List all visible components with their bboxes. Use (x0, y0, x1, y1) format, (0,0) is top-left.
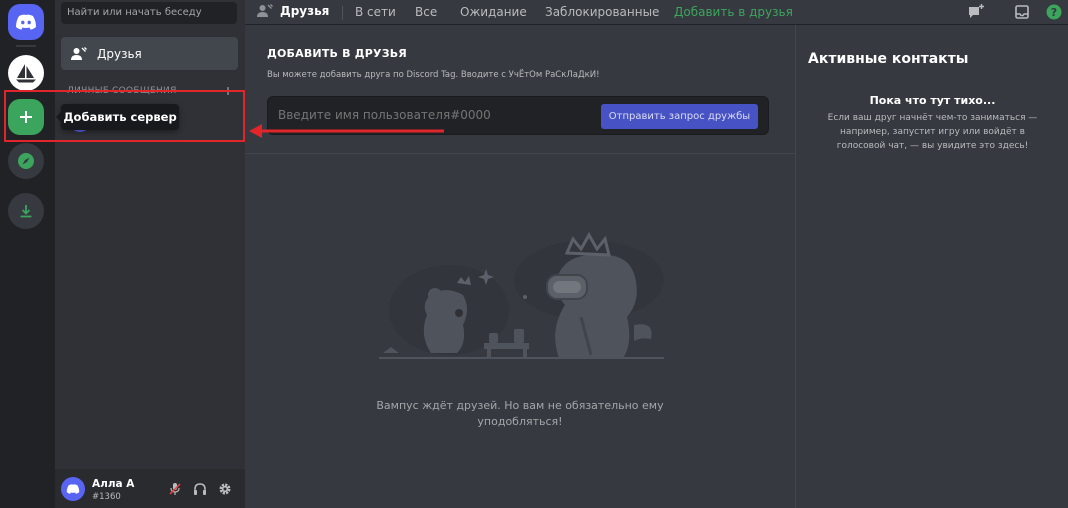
username: Алла А (92, 478, 135, 490)
tab-pending[interactable]: Ожидание (460, 5, 527, 19)
user-panel: Алла А #1360 (55, 469, 245, 508)
download-icon (20, 205, 32, 218)
friends-header: Друзья (257, 4, 329, 18)
deafen-button[interactable] (192, 481, 208, 497)
compass-icon (18, 153, 34, 169)
active-now-title: Активные контакты (808, 51, 969, 67)
divider (245, 153, 795, 154)
active-now-panel: Активные контакты Пока что тут тихо... Е… (795, 25, 1068, 508)
mute-mic-icon (169, 483, 181, 495)
download-apps-button[interactable] (8, 193, 44, 229)
empty-state-title: Пока что тут тихо... (869, 94, 996, 107)
username-input[interactable] (278, 108, 578, 122)
tab-blocked[interactable]: Заблокированные (545, 5, 659, 19)
server-sailboat[interactable] (8, 55, 44, 91)
home-button[interactable] (8, 4, 44, 40)
friends-wave-icon (71, 46, 87, 60)
inbox-icon (1015, 5, 1029, 19)
channel-sidebar: Найти или начать беседу Друзья ЛИЧНЫЕ СО… (55, 0, 245, 508)
help-button[interactable]: ? (1045, 3, 1063, 21)
add-friend-title: ДОБАВИТЬ В ДРУЗЬЯ (267, 47, 407, 60)
empty-state-description: Если ваш друг начнёт чем-то заниматься —… (827, 113, 1038, 151)
new-group-dm-button[interactable] (967, 3, 985, 21)
friends-wave-icon (257, 4, 273, 17)
add-friend-description: Вы можете добавить друга по Discord Tag.… (267, 70, 600, 80)
gear-icon (219, 483, 231, 495)
avatar[interactable] (61, 477, 85, 501)
send-friend-request-button[interactable]: Отправить запрос дружбы (601, 104, 758, 129)
new-dm-icon (969, 4, 984, 18)
explore-servers-button[interactable] (8, 143, 44, 179)
search-input[interactable]: Найти или начать беседу (61, 2, 237, 24)
divider (342, 6, 343, 20)
wumpus-illustration (379, 231, 664, 359)
empty-state-text: Вампус ждёт друзей. Но вам не обязательн… (376, 399, 664, 428)
user-tag: #1360 (92, 492, 121, 502)
help-icon: ? (1046, 4, 1062, 20)
page-title: Друзья (280, 4, 330, 18)
discord-logo-icon (16, 14, 36, 30)
tab-add-friend[interactable]: Добавить в друзья (674, 5, 793, 19)
tab-online[interactable]: В сети (355, 5, 396, 19)
svg-text:?: ? (1051, 6, 1057, 19)
tab-all[interactable]: Все (415, 5, 437, 19)
arrow-left-icon (249, 124, 444, 138)
rail-separator (16, 45, 36, 47)
mute-button[interactable] (167, 481, 183, 497)
server-rail (0, 0, 52, 508)
sailboat-icon (16, 64, 36, 83)
sidebar-item-label: Друзья (97, 46, 142, 61)
inbox-button[interactable] (1013, 3, 1031, 21)
highlight-box (4, 90, 245, 142)
discord-logo-icon (66, 484, 80, 494)
user-settings-button[interactable] (217, 481, 233, 497)
sidebar-item-friends[interactable]: Друзья (61, 37, 238, 70)
headphones-icon (194, 483, 206, 495)
top-bar: Друзья В сети Все Ожидание Заблокированн… (245, 0, 1068, 25)
